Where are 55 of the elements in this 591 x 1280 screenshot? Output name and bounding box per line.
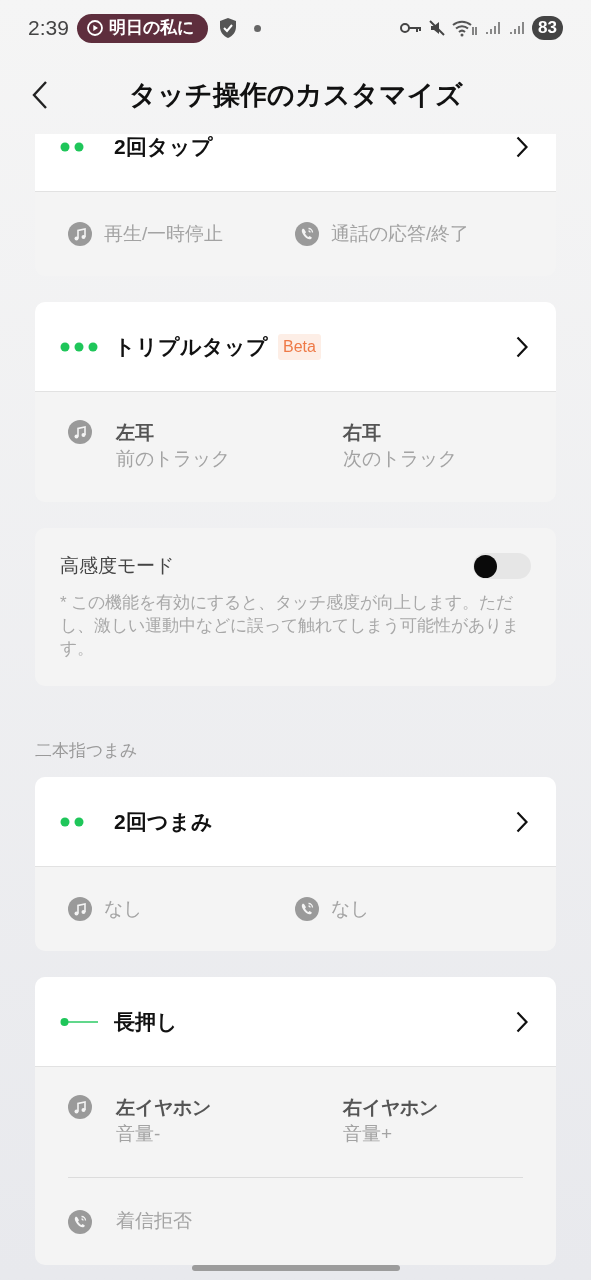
media-title: 明日の私に [108,17,194,40]
gesture-header[interactable]: トリプルタップ Beta [35,302,556,392]
chevron-right-icon [516,810,528,833]
action-text: 再生/一時停止 [104,221,224,246]
three-dots-icon [60,341,98,352]
mute-icon [428,19,447,37]
setting-note: * この機能を有効にすると、タッチ感度が向上します。ただし、激しい運動中などに誤って触れてしまう可能性があります。 [60,591,520,660]
phone-icon [295,897,319,921]
music-note-icon [68,420,92,444]
two-dots-icon [60,816,84,827]
side-label: 左イヤホン [116,1096,212,1120]
signal-icon [508,19,527,37]
action-text: なし [104,896,142,921]
action-text: 着信拒否 [116,1209,192,1234]
page-title: タッチ操作のカスタマイズ [128,78,463,112]
dot-line-icon [60,1016,98,1027]
two-dots-icon [60,141,84,152]
status-time: 2:39 [28,15,69,42]
action-text: 次のトラック [343,447,458,471]
setting-label: 高感度モード [60,554,174,578]
toggle-switch[interactable] [473,553,531,580]
action-text: 通話の応答/終了 [331,221,470,246]
gesture-title: 2回タップ [114,134,213,160]
wifi-icon [452,19,479,37]
phone-icon [295,222,319,246]
chevron-right-icon [516,335,528,358]
beta-badge: Beta [278,333,321,360]
music-note-icon [68,1095,92,1119]
back-icon [32,80,48,110]
gesture-header[interactable]: 2回タップ [35,134,556,192]
gesture-title: トリプルタップ [114,333,268,360]
section-label: 二本指つまみ [35,739,138,762]
side-label: 左耳 [116,421,155,445]
battery-indicator: 83 [532,16,563,40]
gesture-title: 2回つまみ [114,808,213,835]
chevron-right-icon [516,1010,528,1033]
media-pill[interactable]: 明日の私に [76,13,208,43]
signal-icon [484,19,503,37]
action-text: なし [331,896,369,921]
phone-icon [68,1209,92,1234]
shield-check-icon [217,17,238,39]
music-note-icon [68,897,92,921]
action-text: 音量- [116,1122,162,1146]
gesture-header[interactable]: 長押し [35,977,556,1067]
chevron-right-icon [516,135,528,158]
action-text: 前のトラック [116,447,231,471]
side-label: 右イヤホン [343,1096,439,1120]
key-icon [400,21,423,35]
music-note-icon [68,222,92,246]
play-icon [86,20,103,36]
action-text: 音量+ [343,1122,394,1146]
side-label: 右耳 [343,421,382,445]
gesture-header[interactable]: 2回つまみ [35,777,556,867]
notification-dot-icon [253,24,261,32]
gesture-title: 長押し [114,1008,178,1035]
